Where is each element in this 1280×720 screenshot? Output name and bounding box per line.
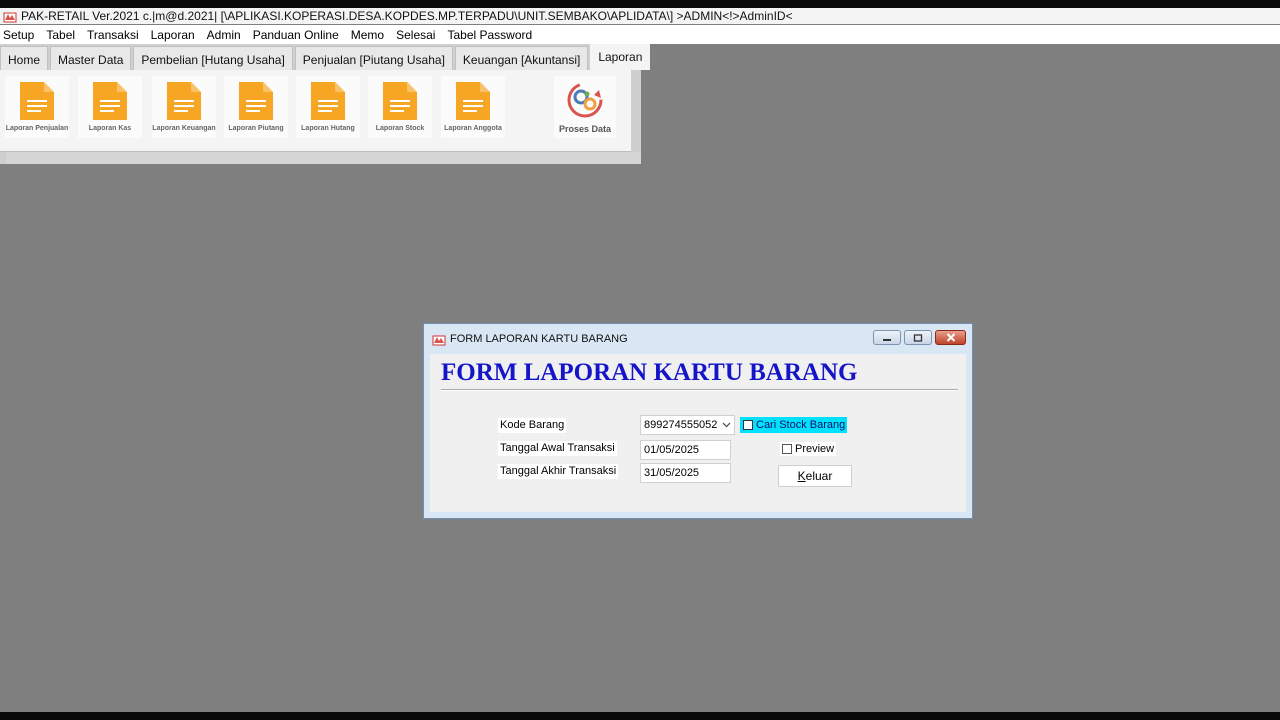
keluar-button[interactable]: Keluar	[778, 465, 852, 487]
tab-pembelian[interactable]: Pembelian [Hutang Usaha]	[133, 46, 293, 70]
button-label: Laporan Keuangan	[152, 125, 216, 132]
cari-stock-checkbox[interactable]: Cari Stock Barang	[740, 417, 847, 433]
kartu-barang-dialog: FORM LAPORAN KARTU BARANG FORM LAPORAN K…	[423, 323, 973, 519]
laporan-keuangan-button[interactable]: Laporan Keuangan	[152, 76, 216, 138]
maximize-button[interactable]	[904, 330, 932, 345]
window-controls	[870, 330, 966, 345]
tanggal-awal-input[interactable]: 01/05/2025	[640, 440, 731, 460]
button-label: Laporan Piutang	[228, 125, 284, 132]
close-icon	[946, 333, 955, 342]
chevron-down-icon[interactable]	[720, 418, 732, 432]
button-label: Laporan Kas	[88, 125, 132, 132]
app-icon	[3, 10, 17, 23]
maximize-icon	[913, 333, 923, 342]
document-icon	[311, 82, 345, 120]
keluar-mnemonic: K	[797, 469, 806, 483]
minimize-icon	[883, 338, 891, 341]
document-icon	[383, 82, 417, 120]
button-label: Laporan Hutang	[301, 125, 355, 132]
ribbon-tabs: Home Master Data Pembelian [Hutang Usaha…	[0, 44, 651, 70]
ribbon-bottom-strip	[6, 152, 641, 164]
tab-home[interactable]: Home	[0, 46, 49, 70]
keluar-label-rest: eluar	[805, 469, 833, 483]
dialog-body: FORM LAPORAN KARTU BARANG Kode Barang 89…	[430, 354, 966, 512]
menu-bar: Setup Tabel Transaksi Laporan Admin Pand…	[0, 25, 1280, 44]
tab-laporan[interactable]: Laporan	[590, 44, 651, 70]
tab-master-data[interactable]: Master Data	[50, 46, 132, 70]
menu-setup[interactable]: Setup	[0, 28, 40, 42]
top-black-bar	[0, 0, 1280, 8]
dialog-app-icon	[432, 333, 446, 346]
menu-selesai[interactable]: Selesai	[390, 28, 441, 42]
laporan-penjualan-button[interactable]: Laporan Penjualan	[5, 76, 69, 138]
button-label: Laporan Anggota	[444, 125, 502, 132]
cari-stock-label: Cari Stock Barang	[756, 419, 846, 431]
menu-laporan[interactable]: Laporan	[145, 28, 201, 42]
proses-data-button[interactable]: Proses Data	[554, 76, 616, 138]
tanggal-akhir-label: Tanggal Akhir Transaksi	[498, 464, 619, 479]
document-icon	[239, 82, 273, 120]
kode-barang-combo[interactable]: 899274555052	[640, 415, 735, 435]
menu-panduan-online[interactable]: Panduan Online	[247, 28, 345, 42]
dialog-title-bar[interactable]: FORM LAPORAN KARTU BARANG	[424, 324, 972, 354]
bottom-black-bar	[0, 712, 1280, 720]
document-icon	[167, 82, 201, 120]
heading-divider	[441, 389, 958, 391]
menu-transaksi[interactable]: Transaksi	[81, 28, 145, 42]
preview-checkbox[interactable]: Preview	[780, 442, 837, 456]
menu-memo[interactable]: Memo	[345, 28, 390, 42]
app-title-bar: PAK-RETAIL Ver.2021 c.|m@d.2021| [\APLIK…	[0, 8, 1280, 24]
close-button[interactable]	[935, 330, 966, 345]
document-icon	[456, 82, 490, 120]
gear-cycle-icon	[567, 82, 603, 118]
menu-admin[interactable]: Admin	[201, 28, 247, 42]
tab-penjualan[interactable]: Penjualan [Piutang Usaha]	[294, 46, 453, 70]
tanggal-awal-label: Tanggal Awal Transaksi	[498, 441, 617, 456]
kode-barang-value: 899274555052	[644, 419, 718, 431]
checkbox-box[interactable]	[782, 444, 792, 454]
laporan-hutang-button[interactable]: Laporan Hutang	[296, 76, 360, 138]
button-label: Laporan Penjualan	[5, 125, 69, 132]
laporan-piutang-button[interactable]: Laporan Piutang	[224, 76, 288, 138]
document-icon	[93, 82, 127, 120]
button-label: Proses Data	[558, 124, 612, 134]
button-label: Laporan Stock	[375, 125, 425, 132]
laporan-stock-button[interactable]: Laporan Stock	[368, 76, 432, 138]
kode-barang-label: Kode Barang	[498, 418, 567, 433]
menu-tabel-password[interactable]: Tabel Password	[441, 28, 538, 42]
preview-label: Preview	[795, 443, 835, 455]
form-heading: FORM LAPORAN KARTU BARANG	[441, 359, 858, 386]
dialog-title: FORM LAPORAN KARTU BARANG	[450, 333, 628, 345]
checkbox-box[interactable]	[743, 420, 753, 430]
ribbon: Home Master Data Pembelian [Hutang Usaha…	[0, 44, 651, 164]
tab-keuangan[interactable]: Keuangan [Akuntansi]	[454, 46, 589, 70]
minimize-button[interactable]	[873, 330, 901, 345]
app-title: PAK-RETAIL Ver.2021 c.|m@d.2021| [\APLIK…	[21, 9, 793, 23]
laporan-kas-button[interactable]: Laporan Kas	[78, 76, 142, 138]
ribbon-panel: Laporan Penjualan Laporan Kas Laporan Ke…	[0, 70, 631, 152]
document-icon	[20, 82, 54, 120]
tanggal-akhir-input[interactable]: 31/05/2025	[640, 463, 731, 483]
menu-tabel[interactable]: Tabel	[40, 28, 81, 42]
laporan-anggota-button[interactable]: Laporan Anggota	[441, 76, 505, 138]
